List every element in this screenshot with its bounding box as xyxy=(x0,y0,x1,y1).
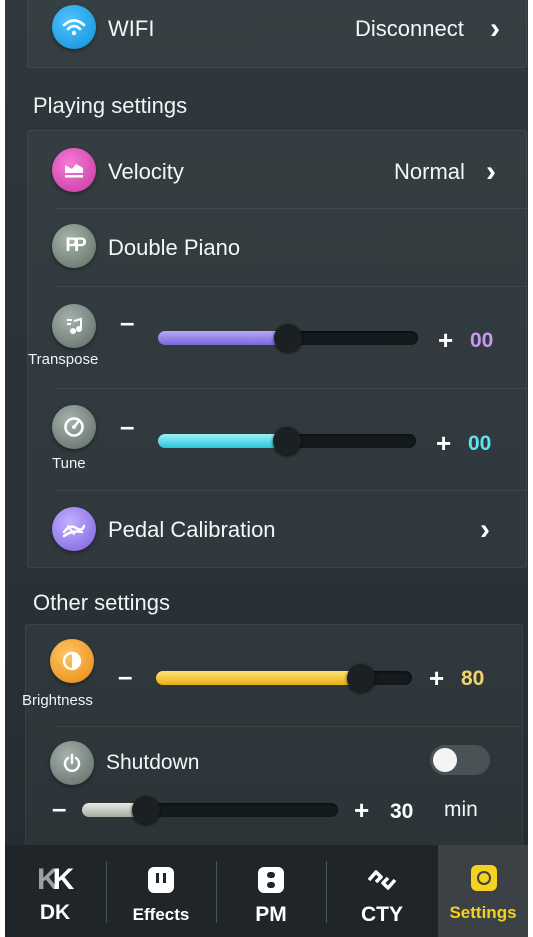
brightness-slider[interactable] xyxy=(156,664,412,692)
brightness-label: Brightness xyxy=(22,692,93,709)
wifi-label: WIFI xyxy=(108,16,155,41)
nav-item-pm[interactable]: PM xyxy=(217,845,325,937)
brightness-plus-button[interactable]: + xyxy=(429,663,444,694)
brightness-row: Brightness – + 80 xyxy=(22,625,522,725)
other-settings-card: Brightness – + 80 Shutdown – + 30 min xyxy=(22,624,523,847)
wifi-row[interactable]: WIFI Disconnect › xyxy=(28,0,526,67)
chevron-right-icon: › xyxy=(480,513,490,546)
transpose-slider-knob[interactable] xyxy=(274,324,302,352)
tune-plus-button[interactable]: + xyxy=(436,428,451,459)
tune-slider-knob[interactable] xyxy=(273,427,301,455)
nav-label-pm: PM xyxy=(255,903,287,926)
shutdown-toggle[interactable] xyxy=(430,745,490,775)
nav-label-settings: Settings xyxy=(449,903,517,922)
tune-label: Tune xyxy=(52,455,86,472)
brightness-minus-button[interactable]: – xyxy=(118,661,132,692)
double-piano-label: Double Piano xyxy=(108,235,241,260)
nav-item-effects[interactable]: Effects xyxy=(107,845,215,937)
tune-icon xyxy=(52,405,96,449)
shutdown-slider[interactable] xyxy=(82,796,338,824)
shutdown-unit: min xyxy=(444,798,478,821)
wifi-icon xyxy=(52,5,96,49)
pp-glyph-icon: PP xyxy=(65,235,86,256)
dk-logo-icon: KK xyxy=(37,863,74,896)
brightness-icon xyxy=(50,639,94,683)
brightness-slider-knob[interactable] xyxy=(347,664,375,692)
double-piano-icon: PP xyxy=(52,224,96,268)
transpose-row: Transpose – + 00 xyxy=(28,287,526,387)
nav-item-settings[interactable]: Settings xyxy=(438,845,528,937)
double-piano-row[interactable]: PP Double Piano xyxy=(28,209,526,285)
pm-icon xyxy=(258,867,284,893)
playing-settings-title: Playing settings xyxy=(33,93,188,118)
transpose-slider-fill xyxy=(158,331,288,345)
settings-screen: WIFI Disconnect › Playing settings Veloc… xyxy=(5,0,528,937)
velocity-row[interactable]: Velocity Normal › xyxy=(28,131,526,207)
brightness-slider-fill xyxy=(156,671,361,685)
nav-label-effects: Effects xyxy=(132,905,190,924)
shutdown-label: Shutdown xyxy=(106,751,200,774)
wifi-card: WIFI Disconnect › xyxy=(27,0,527,68)
brightness-value: 80 xyxy=(461,667,485,690)
transpose-plus-button[interactable]: + xyxy=(438,325,453,356)
pedal-icon xyxy=(52,507,96,551)
transpose-icon xyxy=(52,304,96,348)
transpose-minus-button[interactable]: – xyxy=(120,307,134,338)
nav-label-cty: CTY xyxy=(361,903,403,926)
transpose-value: 00 xyxy=(470,329,494,352)
velocity-label: Velocity xyxy=(108,159,184,184)
playing-settings-card: Velocity Normal › PP Double Piano Transp… xyxy=(27,130,527,568)
shutdown-row: Shutdown – + 30 min xyxy=(26,727,522,846)
cty-icon xyxy=(367,870,397,890)
transpose-label: Transpose xyxy=(28,351,99,368)
shutdown-minus-button[interactable]: – xyxy=(52,793,66,824)
pedal-calibration-row[interactable]: Pedal Calibration › xyxy=(28,491,526,567)
bottom-nav: KK DK Effects PM CTY Settings xyxy=(5,845,528,937)
chevron-right-icon: › xyxy=(486,155,496,188)
tune-slider[interactable] xyxy=(158,427,416,455)
effects-icon xyxy=(148,867,174,893)
other-settings-title: Other settings xyxy=(33,590,170,615)
pedal-calibration-label: Pedal Calibration xyxy=(108,517,276,542)
settings-icon xyxy=(471,865,497,891)
nav-item-dk[interactable]: KK DK xyxy=(5,845,105,937)
shutdown-plus-button[interactable]: + xyxy=(354,795,369,826)
tune-value: 00 xyxy=(468,432,492,455)
transpose-slider[interactable] xyxy=(158,324,418,352)
nav-label-dk: DK xyxy=(39,901,71,924)
tune-row: Tune – + 00 xyxy=(28,389,526,489)
power-icon xyxy=(50,741,94,785)
toggle-knob xyxy=(433,748,457,772)
velocity-icon xyxy=(52,148,96,192)
nav-item-cty[interactable]: CTY xyxy=(327,845,437,937)
chevron-right-icon: › xyxy=(490,12,500,45)
tune-minus-button[interactable]: – xyxy=(120,411,134,442)
wifi-status: Disconnect xyxy=(355,16,464,41)
tune-slider-fill xyxy=(158,434,287,448)
shutdown-slider-knob[interactable] xyxy=(132,796,160,824)
velocity-value: Normal xyxy=(394,159,465,184)
shutdown-value: 30 xyxy=(390,800,414,823)
